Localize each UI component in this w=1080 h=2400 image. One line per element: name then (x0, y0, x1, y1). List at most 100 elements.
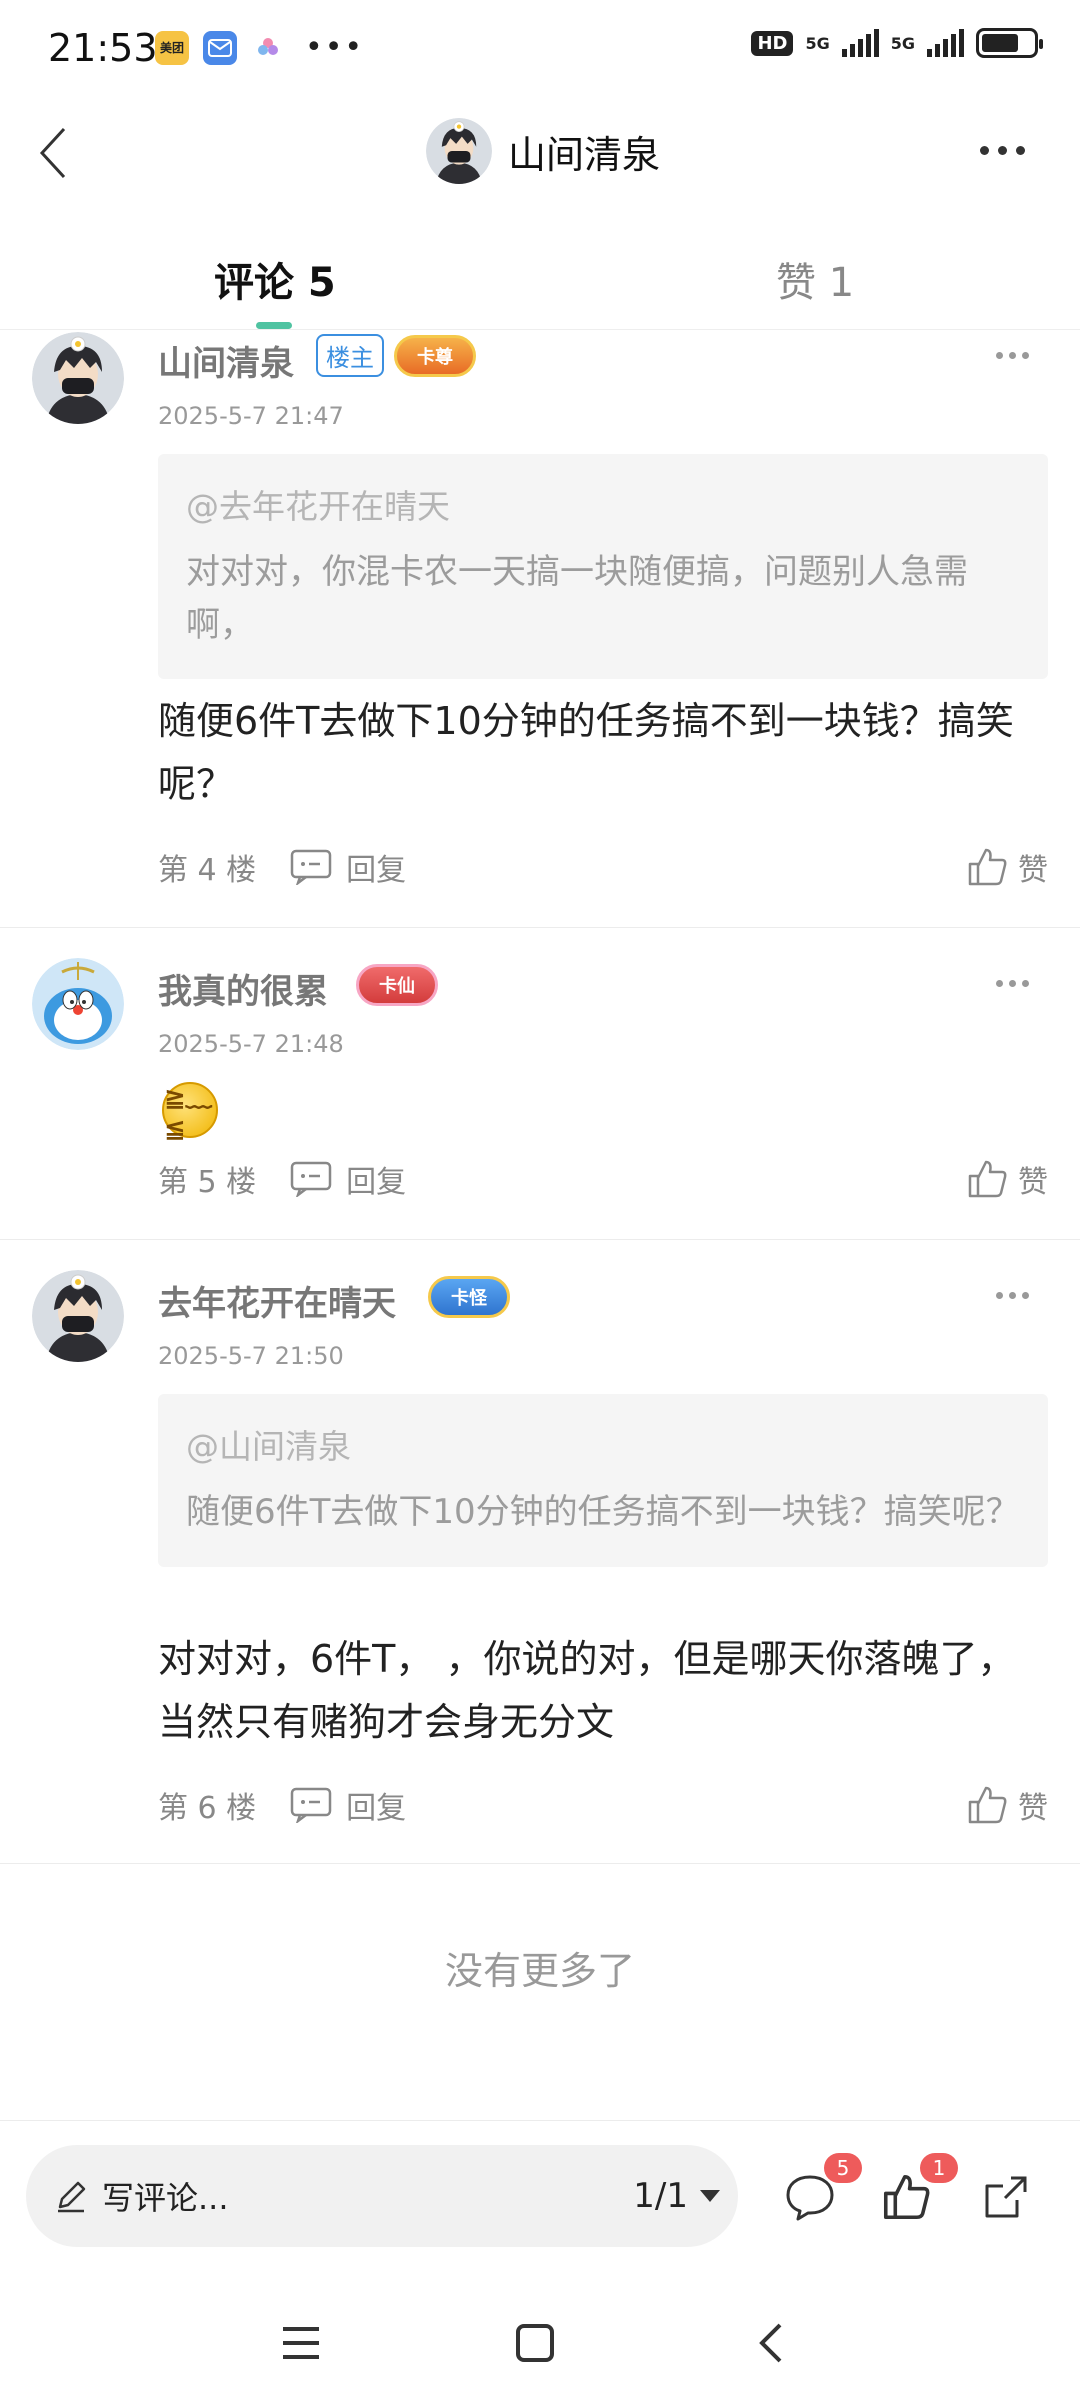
quoted-reply[interactable]: @去年花开在晴天 对对对，你混卡农一天搞一块随便搞，问题别人急需啊， (158, 454, 1048, 680)
rank-badge: 卡怪 (428, 1276, 510, 1318)
header-title: 山间清泉 (508, 132, 661, 177)
like-label: 赞 (1018, 1791, 1048, 1826)
status-right: HD 5G 5G (751, 28, 1043, 58)
quote-text: 对对对，你混卡农一天搞一块随便搞，问题别人急需啊， (186, 552, 968, 645)
avatar[interactable] (32, 958, 124, 1050)
author-badges: 卡怪 (428, 1276, 510, 1318)
tab-likes[interactable]: 赞 1 (776, 250, 854, 308)
avatar[interactable] (32, 1270, 124, 1362)
header-user[interactable]: 山间清泉 (426, 118, 660, 184)
owner-badge: 楼主 (316, 334, 384, 377)
reply-icon (290, 1161, 332, 1197)
status-app-icons: 美团 ••• (155, 30, 364, 65)
tab-active-indicator (256, 322, 292, 329)
battery-icon (976, 28, 1043, 58)
rank-badge: 卡仙 (356, 964, 438, 1006)
more-options-button[interactable] (962, 120, 1042, 180)
comment-time: 2025-5-7 21:48 (158, 1030, 344, 1058)
comment-item: 山间清泉 楼主 卡尊 2025-5-7 21:47 @去年花开在晴天 对对对，你… (0, 330, 1080, 928)
comment-time: 2025-5-7 21:47 (158, 402, 344, 430)
share-icon (985, 2176, 1027, 2218)
network-label-2: 5G (890, 33, 915, 53)
recent-apps-button[interactable] (266, 2308, 336, 2378)
header-avatar[interactable] (426, 118, 492, 184)
share-button[interactable] (976, 2167, 1036, 2227)
more-dot-icon (1015, 145, 1025, 155)
avatar[interactable] (32, 332, 124, 424)
comment-bubble-icon (786, 2175, 834, 2221)
comment-author[interactable]: 山间清泉 (158, 336, 294, 385)
floor-number: 第 4 楼 (158, 853, 257, 888)
thumbs-up-icon (968, 1160, 1007, 1198)
reply-icon (290, 1787, 332, 1823)
tab-bar: 评论 5 赞 1 (0, 230, 1080, 330)
laughing-emoji-icon: ≧﹏≦ (162, 1082, 218, 1144)
floor-number: 第 5 楼 (158, 1165, 257, 1200)
write-comment-placeholder: 写评论... (102, 2179, 229, 2217)
comment-author[interactable]: 我真的很累 (158, 964, 328, 1013)
like-button[interactable]: 赞 (966, 1783, 1048, 1827)
caret-down-icon (700, 2190, 720, 2202)
comments-button[interactable]: 5 (780, 2153, 862, 2227)
comment-author[interactable]: 去年花开在晴天 (158, 1276, 396, 1325)
hd-icon: HD (751, 30, 794, 56)
page-selector[interactable]: 1/1 (633, 2176, 720, 2216)
network-label-1: 5G (805, 33, 830, 53)
pencil-icon (58, 2181, 86, 2213)
more-notifications-icon: ••• (305, 30, 365, 65)
like-button[interactable]: 赞 (966, 845, 1048, 889)
author-badges: 楼主 卡尊 (316, 334, 476, 377)
top-header: 山间清泉 (0, 100, 1080, 210)
bottom-action-bar: 写评论... 1/1 5 1 (0, 2120, 1080, 2280)
quote-author: @山间清泉 (186, 1427, 351, 1466)
thumbs-up-icon (968, 1786, 1007, 1824)
signal-icon-1 (841, 29, 879, 57)
quote-author: @去年花开在晴天 (186, 487, 450, 526)
comment-text: 对对对，6件T， ，你说的对，但是哪天你落魄了，当然只有赌狗才会身无分文 (158, 1637, 1016, 1744)
comment-item: 我真的很累 卡仙 2025-5-7 21:48 ≧﹏≦ 第 5 楼 回复 赞 (0, 928, 1080, 1240)
back-button[interactable] (18, 118, 88, 188)
like-label: 赞 (1018, 1165, 1048, 1200)
reply-button[interactable]: 回复 (290, 1783, 406, 1827)
rank-badge: 卡尊 (394, 334, 476, 377)
author-badges: 卡仙 (356, 964, 438, 1006)
tab-comments[interactable]: 评论 5 (214, 250, 336, 308)
like-post-button[interactable]: 1 (876, 2153, 958, 2227)
write-comment-input[interactable]: 写评论... 1/1 (26, 2145, 738, 2247)
comment-footer: 第 6 楼 回复 赞 (158, 1780, 1048, 1830)
home-button[interactable] (500, 2308, 570, 2378)
floor-number: 第 6 楼 (158, 1791, 257, 1826)
end-of-list-text: 没有更多了 (444, 1949, 635, 1993)
back-nav-button[interactable] (736, 2308, 806, 2378)
quote-text: 随便6件T去做下10分钟的任务搞不到一块钱？搞笑呢？ (186, 1492, 1020, 1532)
status-time: 21:53 (48, 26, 158, 70)
comment-more-button[interactable] (982, 1280, 1042, 1310)
like-button[interactable]: 赞 (966, 1157, 1048, 1201)
reply-label: 回复 (346, 1165, 407, 1200)
thumbs-up-icon (968, 848, 1007, 886)
comment-footer: 第 4 楼 回复 赞 (158, 842, 1048, 892)
comment-more-button[interactable] (982, 968, 1042, 998)
thumbs-up-icon (883, 2174, 930, 2220)
mail-app-icon (203, 30, 237, 65)
reply-button[interactable]: 回复 (290, 1157, 406, 1201)
reply-icon (290, 849, 332, 885)
quoted-reply[interactable]: @山间清泉 随便6件T去做下10分钟的任务搞不到一块钱？搞笑呢？ (158, 1394, 1048, 1567)
page-indicator: 1/1 (633, 2176, 688, 2216)
reply-label: 回复 (346, 1791, 407, 1826)
menu-icon (283, 2327, 319, 2359)
comment-item: 去年花开在晴天 卡怪 2025-5-7 21:50 @山间清泉 随便6件T去做下… (0, 1240, 1080, 1864)
signal-icon-2 (927, 29, 964, 57)
meituan-app-icon: 美团 (155, 30, 189, 65)
reply-label: 回复 (346, 853, 407, 888)
comment-footer: 第 5 楼 回复 赞 (158, 1154, 1048, 1204)
chevron-left-icon (759, 2323, 782, 2363)
comment-text: 随便6件T去做下10分钟的任务搞不到一块钱？搞笑呢？ (158, 699, 1014, 806)
more-dot-icon (997, 145, 1007, 155)
reply-button[interactable]: 回复 (290, 845, 406, 889)
system-nav-bar (0, 2280, 1080, 2400)
comment-time: 2025-5-7 21:50 (158, 1342, 344, 1370)
like-count-badge: 1 (920, 2153, 958, 2183)
comment-more-button[interactable] (982, 340, 1042, 370)
status-bar: 21:53 美团 ••• HD 5G 5G (0, 0, 1080, 100)
